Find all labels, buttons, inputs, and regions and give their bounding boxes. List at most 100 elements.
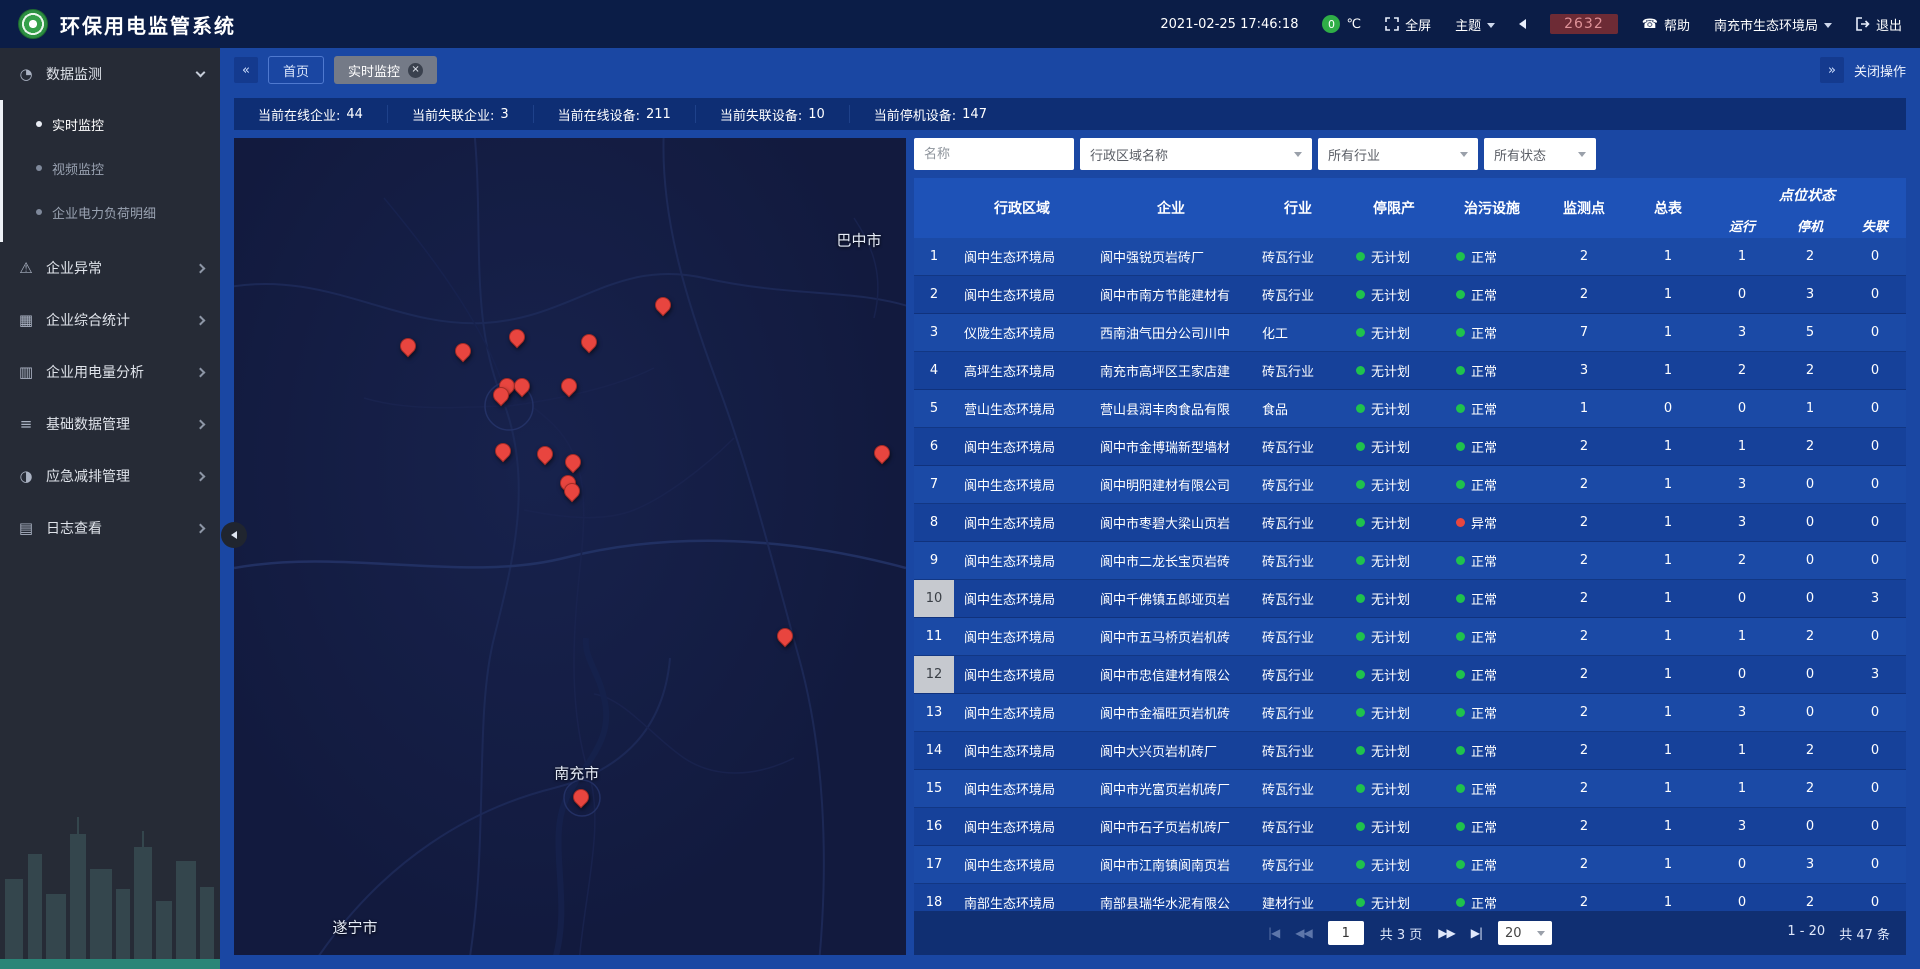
cell-index: 5: [914, 390, 954, 427]
sidebar-item-5[interactable]: ◑应急减排管理: [0, 450, 220, 502]
cell-total-meters: 1: [1628, 705, 1708, 720]
table-row[interactable]: 6阆中生态环境局阆中市金博瑞新型墙材砖瓦行业无计划正常21120: [914, 428, 1906, 466]
map-pin-icon[interactable]: [655, 297, 671, 313]
next-page-button[interactable]: ▶▶: [1438, 926, 1454, 940]
region-select[interactable]: 行政区域名称: [1080, 138, 1312, 170]
alarm-count-badge[interactable]: 2632: [1550, 14, 1618, 34]
facility-text: 正常: [1471, 475, 1497, 494]
sidebar-item-1[interactable]: ⚠企业异常: [0, 242, 220, 294]
map-pin-icon[interactable]: [581, 334, 597, 350]
cell-stopped: 2: [1776, 439, 1844, 454]
facility-text: 正常: [1471, 779, 1497, 798]
tabs-scroll-right-button[interactable]: »: [1820, 57, 1844, 83]
org-dropdown[interactable]: 南充市生态环境局: [1714, 15, 1832, 34]
cell-total-meters: 1: [1628, 743, 1708, 758]
facility-text: 正常: [1471, 437, 1497, 456]
cell-region: 阆中生态环境局: [954, 475, 1090, 494]
ticker-collapse-icon[interactable]: [1519, 19, 1526, 29]
page-input[interactable]: [1328, 921, 1364, 945]
status-dot-green-icon: [1356, 822, 1365, 831]
map-pin-icon[interactable]: [561, 378, 577, 394]
map-pin-icon[interactable]: [455, 343, 471, 359]
cell-stopped: 0: [1776, 553, 1844, 568]
cell-index: 12: [914, 656, 954, 693]
table-row[interactable]: 18南部生态环境局南部县瑞华水泥有限公建材行业无计划正常21020: [914, 884, 1906, 911]
page-size-select[interactable]: 20: [1498, 921, 1552, 945]
database-icon: ≡: [16, 415, 36, 433]
table-row[interactable]: 11阆中生态环境局阆中市五马桥页岩机砖砖瓦行业无计划正常21120: [914, 618, 1906, 656]
map-pin-icon[interactable]: [495, 443, 511, 459]
table-row[interactable]: 7阆中生态环境局阆中明阳建材有限公司砖瓦行业无计划正常21300: [914, 466, 1906, 504]
cell-running: 3: [1708, 515, 1776, 530]
prev-page-button[interactable]: ◀◀: [1295, 926, 1311, 940]
map-pin-icon[interactable]: [514, 378, 530, 394]
cell-monitor-points: 2: [1540, 591, 1628, 606]
cell-pollution-facility: 正常: [1444, 703, 1540, 722]
stat-value: 147: [962, 107, 987, 122]
table-row[interactable]: 17阆中生态环境局阆中市江南镇阆南页岩砖瓦行业无计划正常21030: [914, 846, 1906, 884]
status-select[interactable]: 所有状态: [1484, 138, 1596, 170]
last-page-button[interactable]: ▶|: [1471, 926, 1482, 940]
table-row[interactable]: 8阆中生态环境局阆中市枣碧大梁山页岩砖瓦行业无计划异常21300: [914, 504, 1906, 542]
cell-disconnected: 0: [1844, 439, 1906, 454]
sidebar-item-4[interactable]: ≡基础数据管理: [0, 398, 220, 450]
map-pin-icon[interactable]: [509, 329, 525, 345]
map-pin-icon[interactable]: [573, 789, 589, 805]
table-row[interactable]: 16阆中生态环境局阆中市石子页岩机砖厂砖瓦行业无计划正常21300: [914, 808, 1906, 846]
col-header-region: 行政区域: [954, 178, 1090, 238]
table-row[interactable]: 9阆中生态环境局阆中市二龙长宝页岩砖砖瓦行业无计划正常21200: [914, 542, 1906, 580]
table-row[interactable]: 3仪陇生态环境局西南油气田分公司川中化工无计划正常71350: [914, 314, 1906, 352]
sidebar-subitem-0[interactable]: 实时监控: [3, 102, 220, 146]
map-pin-icon[interactable]: [565, 454, 581, 470]
table-row[interactable]: 12阆中生态环境局阆中市忠信建材有限公砖瓦行业无计划正常21003: [914, 656, 1906, 694]
table-row[interactable]: 13阆中生态环境局阆中市金福旺页岩机砖砖瓦行业无计划正常21300: [914, 694, 1906, 732]
map-pin-icon[interactable]: [777, 628, 793, 644]
status-dot-green-icon: [1456, 366, 1465, 375]
tab-close-icon[interactable]: ×: [408, 63, 423, 78]
facility-text: 正常: [1471, 741, 1497, 760]
map-pin-icon[interactable]: [564, 483, 580, 499]
tabs-scroll-left-button[interactable]: «: [234, 57, 258, 83]
industry-select[interactable]: 所有行业: [1318, 138, 1478, 170]
table-row[interactable]: 2阆中生态环境局阆中市南方节能建材有砖瓦行业无计划正常21030: [914, 276, 1906, 314]
map-pin-icon[interactable]: [874, 445, 890, 461]
fullscreen-button[interactable]: 全屏: [1385, 15, 1431, 34]
close-operations-menu[interactable]: 关闭操作: [1854, 61, 1906, 80]
map-pin-icon[interactable]: [493, 387, 509, 403]
tab-realtime-monitor[interactable]: 实时监控 ×: [334, 56, 437, 84]
limit-text: 无计划: [1371, 399, 1410, 418]
table-row[interactable]: 10阆中生态环境局阆中千佛镇五郎垭页岩砖瓦行业无计划正常21003: [914, 580, 1906, 618]
table-row[interactable]: 5营山生态环境局营山县润丰肉食品有限食品无计划正常10010: [914, 390, 1906, 428]
map-pin-icon[interactable]: [400, 338, 416, 354]
cell-running: 0: [1708, 287, 1776, 302]
sidebar-subitem-2[interactable]: 企业电力负荷明细: [3, 190, 220, 234]
table-row[interactable]: 4高坪生态环境局南充市高坪区王家店建砖瓦行业无计划正常31220: [914, 352, 1906, 390]
cell-total-meters: 1: [1628, 363, 1708, 378]
status-dot-green-icon: [1356, 746, 1365, 755]
sidebar-item-0[interactable]: ◔数据监测: [0, 48, 220, 100]
map-panel[interactable]: 巴中市南充市遂宁市: [234, 138, 906, 955]
name-filter-input[interactable]: [914, 138, 1074, 170]
table-row[interactable]: 15阆中生态环境局阆中市光富页岩机砖厂砖瓦行业无计划正常21120: [914, 770, 1906, 808]
table-row[interactable]: 14阆中生态环境局阆中大兴页岩机砖厂砖瓦行业无计划正常21120: [914, 732, 1906, 770]
sidebar-item-6[interactable]: ▤日志查看: [0, 502, 220, 554]
logout-button[interactable]: 退出: [1856, 15, 1902, 34]
help-button[interactable]: ☎ 帮助: [1642, 15, 1690, 34]
facility-text: 正常: [1471, 551, 1497, 570]
cell-running: 0: [1708, 591, 1776, 606]
cell-industry: 化工: [1252, 323, 1344, 342]
tab-home[interactable]: 首页: [268, 56, 324, 84]
map-pin-icon[interactable]: [537, 446, 553, 462]
stat-value: 10: [808, 107, 825, 122]
first-page-button[interactable]: |◀: [1268, 926, 1279, 940]
sidebar-item-3[interactable]: ▥企业用电量分析: [0, 346, 220, 398]
table-row[interactable]: 1阆中生态环境局阆中强锐页岩砖厂砖瓦行业无计划正常21120: [914, 238, 1906, 276]
theme-dropdown[interactable]: 主题: [1455, 15, 1495, 34]
map-collapse-button[interactable]: [221, 522, 247, 548]
map-roads: [234, 138, 906, 955]
cell-region: 阆中生态环境局: [954, 741, 1090, 760]
cell-company: 阆中市光富页岩机砖厂: [1090, 779, 1252, 798]
cell-limit-production: 无计划: [1344, 323, 1444, 342]
sidebar-subitem-1[interactable]: 视频监控: [3, 146, 220, 190]
sidebar-item-2[interactable]: ▦企业综合统计: [0, 294, 220, 346]
